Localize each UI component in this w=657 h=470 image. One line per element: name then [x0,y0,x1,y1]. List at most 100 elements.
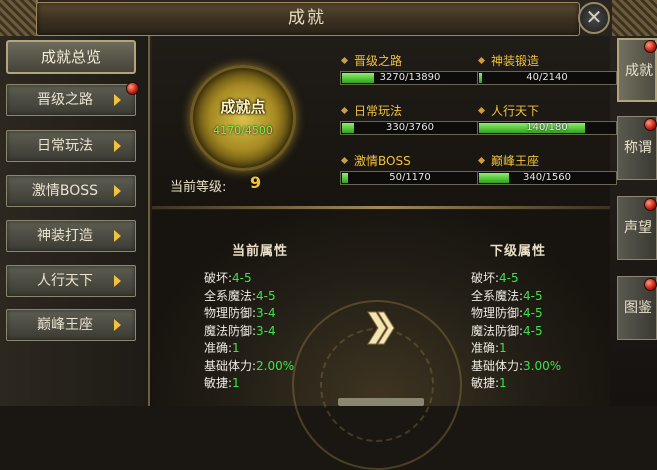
attribute-value: 4-5 [232,271,252,285]
arrow-right-icon [114,230,121,242]
sidebar-item-label: 神装打造 [37,228,93,244]
medal-points: 4170/4500 [213,124,273,137]
arrow-right-icon [114,140,121,152]
scroll-handle[interactable] [338,398,424,406]
attribute-value: 3-4 [256,323,276,338]
category-name: 人行天下 [491,104,540,118]
attribute-value: 2.00% [256,358,295,373]
attribute-row: 准确:1 [204,340,294,358]
sidebar-item-label: 巅峰王座 [37,317,93,333]
category-progress-bar: 50/1170 [340,171,480,185]
sidebar-main-button[interactable]: 成就总览 [6,40,136,74]
sidebar-item-richang[interactable]: 日常玩法 [6,130,136,162]
attribute-key: 准确: [204,341,233,355]
sidebar-item-label: 人行天下 [37,273,93,289]
attribute-row: 基础体力:3.00% [471,358,561,376]
level-label: 当前等级: [170,180,227,195]
attribute-row: 物理防御:3-4 [204,305,294,323]
frame-corner-left [0,0,38,38]
attribute-row: 物理防御:4-5 [471,305,561,323]
category-name: 晋级之路 [354,54,403,68]
attribute-key: 物理防御: [471,306,524,320]
next-attrs-title: 下级属性 [490,244,547,259]
alert-dot-icon [126,82,139,95]
attribute-key: 敏捷: [204,376,233,390]
arrow-right-icon [114,185,121,197]
attribute-key: 魔法防御: [471,323,524,338]
attribute-value: 1 [499,376,507,390]
arrow-right-icon [114,275,121,287]
attribute-row: 敏捷:1 [204,375,294,393]
sidebar-item-jinji[interactable]: 晋级之路 [6,84,136,116]
attribute-row: 破坏:4-5 [204,270,294,288]
alert-dot-icon [644,40,657,53]
attribute-value: 1 [232,341,240,355]
attribute-key: 物理防御: [204,306,257,320]
progress-text: 3270/13890 [379,72,441,83]
attribute-key: 准确: [471,341,500,355]
attribute-row: 全系魔法:4-5 [471,288,561,306]
progress-text: 50/1170 [389,172,431,183]
attribute-value: 1 [499,341,507,355]
attribute-row: 破坏:4-5 [471,270,561,288]
sidebar-item-label: 晋级之路 [37,92,93,108]
attribute-key: 基础体力: [471,358,524,373]
category-name: 巅峰王座 [491,154,540,168]
attribute-key: 全系魔法: [204,288,257,303]
progress-text: 140/180 [526,122,568,133]
sidebar-item-shenzhuang[interactable]: 神装打造 [6,220,136,252]
close-button[interactable]: ✕ [578,2,610,34]
medal-title: 成就点 [220,98,266,116]
attribute-key: 破坏: [471,271,500,285]
panel-divider [152,206,610,209]
attribute-value: 4-5 [523,323,543,338]
current-attrs-title: 当前属性 [232,244,289,259]
sidebar-item-dianfeng[interactable]: 巅峰王座 [6,309,136,341]
attribute-value: 3.00% [523,358,562,373]
sidebar-item-renxing[interactable]: 人行天下 [6,265,136,297]
attribute-value: 1 [232,376,240,390]
attribute-value: 3-4 [256,306,276,320]
alert-dot-icon [644,118,657,131]
category-name: 激情BOSS [354,154,411,168]
category-progress-bar: 330/3760 [340,121,480,135]
tab-label: 成就 [625,63,653,79]
attribute-value: 4-5 [499,271,519,285]
attribute-key: 全系魔法: [471,288,524,303]
arrow-right-icon [114,94,121,106]
attribute-key: 敏捷: [471,376,500,390]
category-name: 神装锻造 [491,54,540,68]
progress-text: 330/3760 [386,122,434,133]
alert-dot-icon [644,198,657,211]
tab-label: 声望 [624,220,652,236]
alert-dot-icon [644,278,657,291]
attribute-row: 基础体力:2.00% [204,358,294,376]
category-progress-bar: 40/2140 [477,71,617,85]
sidebar-item-boss[interactable]: 激情BOSS [6,175,136,207]
attribute-key: 基础体力: [204,358,257,373]
current-attrs-list: 破坏:4-5 全系魔法:4-5 物理防御:3-4 魔法防御:3-4 准确:1 基础体力:2… [204,270,294,393]
progress-text: 40/2140 [526,72,568,83]
sidebar-main-label: 成就总览 [40,48,101,66]
attribute-key: 魔法防御: [204,323,257,338]
attribute-value: 4-5 [256,288,276,303]
frame-corner-right [612,0,657,36]
close-icon: ✕ [585,5,603,29]
category-name: 日常玩法 [354,104,403,118]
attribute-row: 全系魔法:4-5 [204,288,294,306]
category-progress-bar: 340/1560 [477,171,617,185]
attribute-row: 魔法防御:4-5 [471,323,561,341]
attribute-value: 4-5 [523,306,543,320]
category-progress-bar: 140/180 [477,121,617,135]
attribute-row: 魔法防御:3-4 [204,323,294,341]
double-chevron-right-icon [367,311,395,345]
next-attrs-list: 破坏:4-5 全系魔法:4-5 物理防御:4-5 魔法防御:4-5 准确:1 基础体力:3… [471,270,561,393]
level-value: 9 [250,173,262,192]
window-title: 成就 [288,8,326,28]
attribute-row: 准确:1 [471,340,561,358]
sidebar-item-label: 日常玩法 [37,138,93,154]
arrow-right-icon [114,319,121,331]
attribute-value: 4-5 [523,288,543,303]
attribute-key: 破坏: [204,271,233,285]
achievement-medal-icon [190,65,296,171]
